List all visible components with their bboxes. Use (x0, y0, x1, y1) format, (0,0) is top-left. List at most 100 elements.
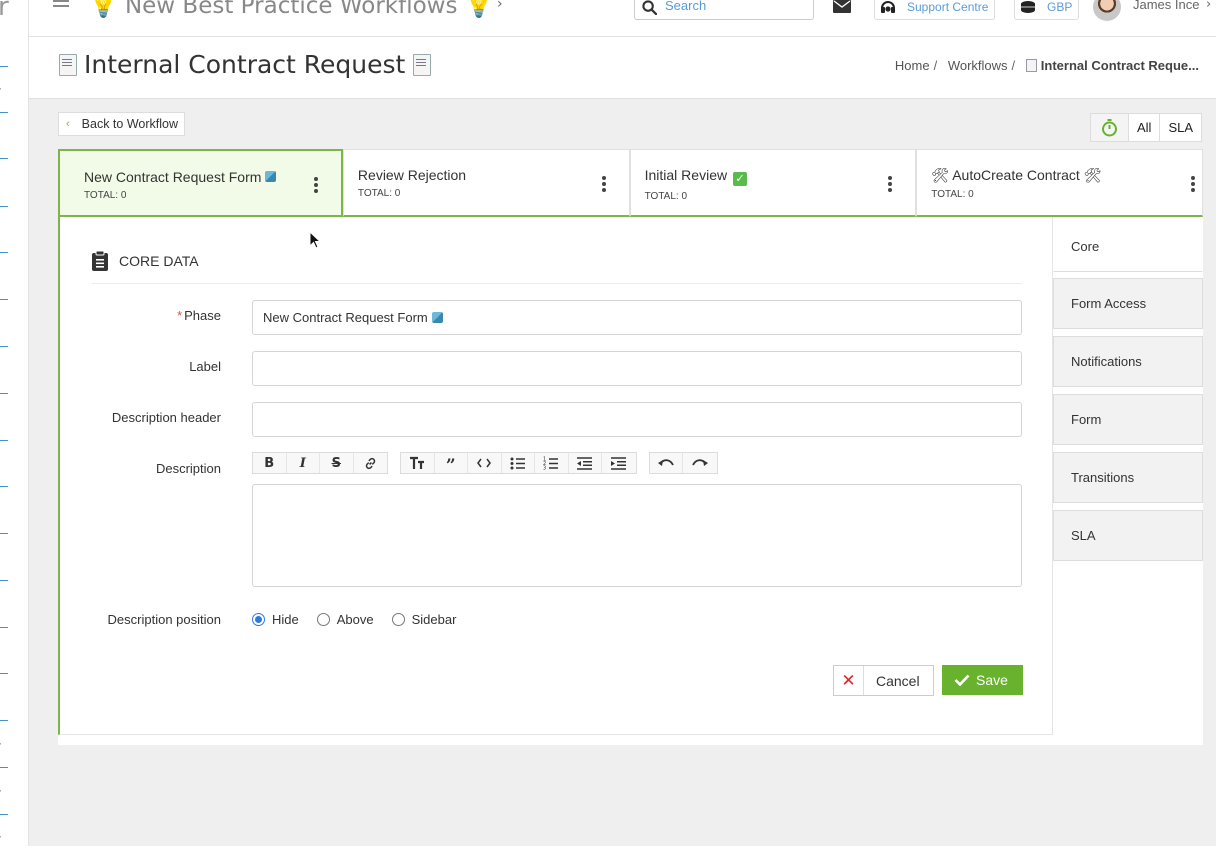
check-icon (954, 674, 970, 686)
quote-icon[interactable]: ” (435, 453, 468, 474)
currency-button[interactable]: GBP (1014, 0, 1080, 20)
bullet-list-icon[interactable] (502, 453, 535, 473)
kebab-menu-icon[interactable] (1190, 176, 1195, 194)
save-button[interactable]: Save (942, 665, 1023, 695)
save-label: Save (976, 672, 1008, 688)
filter-sla-button[interactable]: SLA (1160, 114, 1201, 141)
tools-icon: 🛠 (931, 167, 950, 183)
app-title-text: New Best Practice Workflows (124, 0, 458, 19)
chevron-right-icon[interactable]: › (0, 82, 1, 95)
phase-input[interactable]: New Contract Request Form (252, 300, 1022, 335)
radio-sidebar[interactable]: Sidebar (391, 612, 456, 627)
side-tab-form-access[interactable]: Form Access (1053, 278, 1203, 329)
strikethrough-icon[interactable]: S (320, 453, 354, 473)
toolbar-group-format: B I S (252, 452, 388, 474)
breadcrumb-workflows[interactable]: Workflows (948, 58, 1008, 73)
markdown-toolbar: B I S ” 123 (252, 452, 718, 474)
chevron-right-icon[interactable]: › (1206, 0, 1211, 12)
left-sidebar: r › › › › (0, 0, 29, 846)
lightbulb-icon: 💡 (89, 0, 118, 19)
phase-tab-review-rejection[interactable]: Review Rejection TOTAL: 0 (342, 149, 630, 217)
phase-label: * Phase (177, 308, 221, 323)
sidebar-divider (0, 720, 8, 721)
sidebar-divider (0, 627, 8, 628)
link-icon[interactable] (354, 453, 388, 473)
breadcrumb: Home / Workflows / Internal Contract Reque… (894, 58, 1199, 73)
sidebar-divider (0, 440, 8, 441)
redo-icon[interactable] (683, 453, 717, 473)
cancel-button[interactable]: ✕ Cancel (833, 665, 934, 696)
radio-above[interactable]: Above (316, 612, 374, 627)
chevron-right-icon[interactable]: › (0, 784, 1, 797)
search-input[interactable] (665, 0, 805, 13)
toolbar-group-history (648, 452, 718, 474)
sidebar-divider (0, 767, 8, 768)
side-tab-core[interactable]: Core (1053, 221, 1203, 272)
mail-icon[interactable] (833, 0, 851, 13)
indent-icon[interactable] (602, 453, 636, 473)
panel-footer (58, 735, 1203, 745)
phase-tab-label: Initial Review (644, 167, 728, 183)
svg-text:3: 3 (543, 466, 546, 471)
side-tab-notifications[interactable]: Notifications (1053, 336, 1203, 387)
chevron-right-icon[interactable]: › (497, 0, 503, 12)
bold-icon[interactable]: B (253, 453, 287, 473)
app-title[interactable]: 💡 New Best Practice Workflows 💡 (89, 0, 493, 19)
radio-above-label: Above (336, 612, 374, 627)
description-editor[interactable] (252, 484, 1022, 587)
phase-tab-initial-review[interactable]: Initial Review ✓ TOTAL: 0 (629, 149, 917, 217)
phase-tab-total: TOTAL: 0 (931, 189, 974, 200)
code-icon[interactable] (468, 453, 502, 473)
radio-hide[interactable]: Hide (252, 612, 299, 627)
search-icon (642, 0, 657, 15)
cube-icon (431, 312, 443, 323)
filter-all-button[interactable]: All (1129, 114, 1161, 141)
back-to-workflow-label: Back to Workflow (81, 117, 178, 131)
phase-input-value: New Contract Request Form (263, 310, 428, 325)
side-tab-transitions[interactable]: Transitions (1053, 452, 1203, 503)
document-icon (1025, 59, 1037, 72)
radio-dot[interactable] (252, 613, 265, 626)
cancel-label: Cancel (876, 672, 920, 689)
chevron-right-icon[interactable]: › (0, 830, 1, 843)
heading-icon[interactable] (401, 453, 435, 473)
section-title: CORE DATA (119, 253, 199, 269)
hamburger-menu-icon[interactable] (53, 0, 69, 12)
avatar[interactable] (1093, 0, 1121, 21)
phase-tab-autocreate-contract[interactable]: 🛠 AutoCreate Contract 🛠 TOTAL: 0 (916, 149, 1203, 217)
support-centre-button[interactable]: Support Centre (874, 0, 996, 20)
sidebar-divider (0, 533, 8, 534)
undo-icon[interactable] (650, 453, 683, 473)
stopwatch-icon[interactable] (1091, 114, 1129, 141)
side-tab-sla[interactable]: SLA (1053, 510, 1203, 561)
required-marker: * (177, 308, 183, 323)
outdent-icon[interactable] (569, 453, 602, 473)
kebab-menu-icon[interactable] (601, 176, 606, 194)
kebab-menu-icon[interactable] (313, 177, 318, 195)
side-tab-form[interactable]: Form (1053, 394, 1203, 445)
phase-tabs: New Contract Request Form TOTAL: 0 Revie… (58, 149, 1203, 217)
radio-dot[interactable] (391, 613, 405, 626)
back-to-workflow-button[interactable]: ‹ Back to Workflow (58, 112, 185, 136)
description-header-input[interactable] (252, 402, 1022, 437)
label-label: Label (189, 359, 221, 374)
description-header-label: Description header (111, 410, 221, 425)
sidebar-divider (0, 112, 8, 113)
mouse-cursor-icon (309, 231, 321, 249)
phase-tab-new-contract-request-form[interactable]: New Contract Request Form TOTAL: 0 (58, 149, 343, 217)
chevron-right-icon[interactable]: › (0, 737, 1, 750)
page-header: Internal Contract Request Home / Workflow… (29, 37, 1216, 99)
search-box[interactable] (634, 0, 814, 20)
kebab-menu-icon[interactable] (888, 176, 893, 194)
user-name[interactable]: James Ince (1133, 0, 1199, 12)
description-position-radio-group: Hide Above Sidebar (252, 612, 474, 627)
phase-tab-total: TOTAL: 0 (84, 190, 127, 201)
italic-icon[interactable]: I (287, 453, 320, 473)
sidebar-divider (0, 393, 8, 394)
label-input[interactable] (252, 351, 1022, 386)
section-header: CORE DATA (92, 251, 1022, 284)
numbered-list-icon[interactable]: 123 (535, 453, 569, 473)
radio-dot[interactable] (316, 613, 330, 626)
coins-icon (1021, 1, 1035, 13)
breadcrumb-home[interactable]: Home (895, 58, 930, 73)
